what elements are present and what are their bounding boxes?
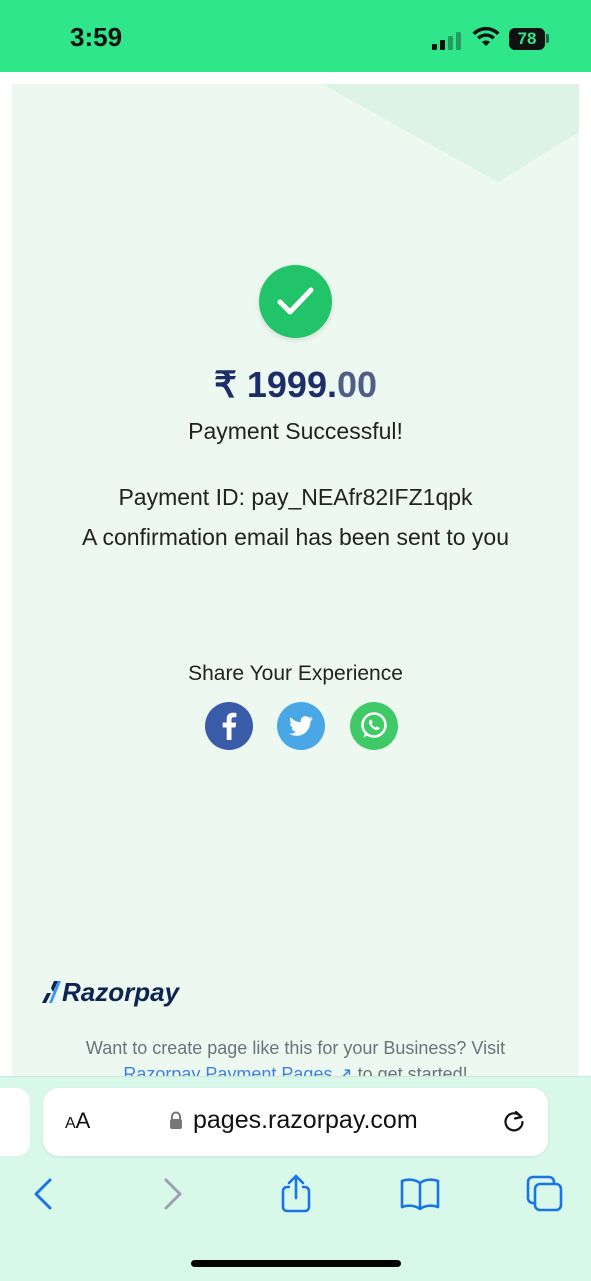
amount-decimals: 00 — [336, 364, 378, 405]
previous-tab-preview[interactable] — [0, 1088, 30, 1156]
whatsapp-share-button[interactable] — [350, 702, 398, 750]
status-time: 3:59 — [70, 22, 123, 52]
payment-id-text: Payment ID: pay_NEAfr82IFZ1qpk — [118, 484, 473, 510]
twitter-share-button[interactable] — [277, 702, 325, 750]
address-bar[interactable]: AA pages.razorpay.com — [43, 1088, 548, 1156]
facebook-share-button[interactable] — [205, 702, 253, 750]
currency-symbol: ₹ — [213, 364, 237, 405]
tabs-icon[interactable] — [523, 1172, 567, 1216]
razorpay-logo-icon — [42, 981, 61, 1003]
twitter-icon — [289, 716, 313, 736]
lock-icon — [170, 1111, 182, 1129]
wifi-icon — [472, 26, 500, 46]
forward-arrow-icon[interactable] — [150, 1172, 194, 1216]
back-arrow-icon[interactable] — [22, 1172, 66, 1216]
confirmation-text: A confirmation email has been sent to yo… — [81, 524, 510, 550]
payment-success-card: ₹ 1999.00 Payment Successful! Payment ID… — [12, 84, 579, 1084]
url-text[interactable]: pages.razorpay.com — [193, 1106, 418, 1135]
payment-status-text: Payment Successful! — [188, 418, 403, 444]
home-indicator — [191, 1260, 401, 1267]
promo-text: Want to create page like this for your B… — [85, 1038, 506, 1058]
cellular-signal-icon — [432, 30, 466, 50]
reload-icon[interactable] — [501, 1108, 527, 1134]
facebook-icon — [222, 712, 237, 740]
bookmarks-icon[interactable] — [398, 1172, 442, 1216]
razorpay-wordmark: Razorpay — [62, 977, 180, 1007]
payment-amount: ₹ 1999.00 — [12, 364, 579, 406]
battery-indicator: 78 — [509, 28, 545, 50]
success-check-icon — [259, 265, 332, 338]
share-icon[interactable] — [274, 1172, 318, 1216]
decorative-corner-shape — [322, 84, 579, 182]
whatsapp-icon — [361, 712, 387, 738]
status-bar: 3:59 78 — [0, 0, 591, 72]
reader-text-size-button[interactable]: AA — [65, 1108, 90, 1134]
share-title: Share Your Experience — [188, 662, 403, 685]
battery-nub — [546, 34, 549, 43]
amount-main: 1999. — [246, 364, 337, 405]
